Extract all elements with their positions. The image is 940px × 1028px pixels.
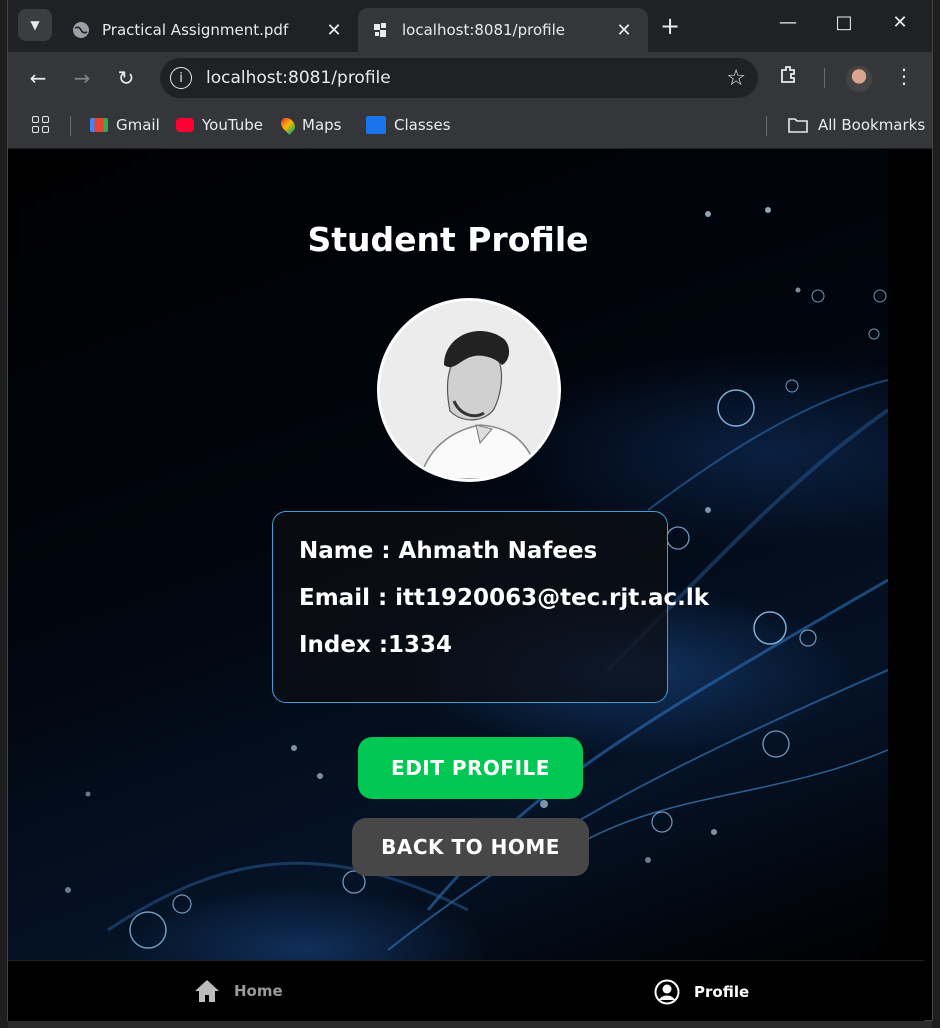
minimize-icon[interactable]: —	[768, 12, 808, 33]
bottom-navigation: Home Profile	[8, 960, 924, 1021]
all-bookmarks-label: All Bookmarks	[818, 116, 926, 134]
classes-icon	[366, 116, 386, 134]
profile-page: Student Profile Name : Ahmath Nafees Ema…	[8, 150, 888, 960]
toolbar-divider	[824, 68, 825, 88]
forward-icon[interactable]: →	[70, 66, 94, 90]
edit-profile-button[interactable]: EDIT PROFILE	[358, 737, 583, 799]
student-name: Name : Ahmath Nafees	[299, 538, 598, 564]
bookmark-label: Maps	[302, 116, 342, 134]
back-to-home-button[interactable]: BACK TO HOME	[352, 818, 589, 876]
gmail-icon	[90, 118, 108, 132]
student-index: Index :1334	[299, 632, 453, 658]
back-icon[interactable]: ←	[26, 66, 50, 90]
extensions-icon[interactable]	[778, 64, 798, 89]
close-window-icon[interactable]: ✕	[880, 12, 920, 33]
bookmark-maps[interactable]: Maps	[278, 115, 342, 135]
bookmark-label: Classes	[394, 116, 451, 134]
student-email: Email : itt1920063@tec.rjt.ac.lk	[299, 585, 710, 611]
bookmarks-divider	[766, 116, 767, 136]
address-url[interactable]: localhost:8081/profile	[206, 68, 726, 88]
apps-icon[interactable]	[32, 116, 50, 134]
chevron-down-icon: ▼	[30, 18, 40, 32]
folder-icon	[788, 117, 808, 133]
background-editor-strip	[0, 0, 8, 1028]
maps-icon	[278, 115, 298, 135]
background-editor-strip-right	[932, 0, 940, 1028]
close-icon[interactable]: ✕	[614, 20, 634, 41]
profile-info-card: Name : Ahmath Nafees Email : itt1920063@…	[272, 511, 710, 703]
tab-title: localhost:8081/profile	[402, 21, 565, 39]
kebab-icon[interactable]: ⋮	[894, 64, 914, 88]
reload-icon[interactable]: ↻	[114, 66, 138, 90]
youtube-icon	[176, 118, 194, 132]
page-margin	[888, 150, 924, 960]
close-icon[interactable]: ✕	[324, 20, 344, 41]
bookmark-gmail[interactable]: Gmail	[90, 116, 160, 134]
all-bookmarks[interactable]: All Bookmarks	[788, 116, 925, 134]
bookmarks-bar: Gmail YouTube Maps Classes All Bookmarks	[8, 104, 932, 149]
info-icon[interactable]: i	[170, 67, 192, 89]
maximize-icon[interactable]: □	[824, 12, 864, 33]
tab-pdf[interactable]: Practical Assignment.pdf ✕	[58, 8, 358, 52]
nav-profile[interactable]: Profile	[654, 979, 749, 1005]
nav-home-label: Home	[234, 982, 283, 1000]
avatar[interactable]	[846, 66, 872, 92]
bookmarks-divider	[70, 116, 71, 136]
tab-title: Practical Assignment.pdf	[102, 21, 289, 39]
toolbar: ← → ↻ i localhost:8081/profile ☆ ⋮	[8, 52, 932, 104]
nav-home[interactable]: Home	[194, 979, 283, 1003]
bookmark-youtube[interactable]: YouTube	[176, 116, 263, 134]
address-bar[interactable]: i localhost:8081/profile ☆	[160, 58, 758, 98]
home-icon	[194, 979, 220, 1003]
tab-search-button[interactable]: ▼	[18, 9, 52, 41]
user-circle-icon	[654, 979, 680, 1005]
nav-profile-label: Profile	[694, 983, 750, 1001]
bookmark-classes[interactable]: Classes	[366, 116, 451, 134]
tab-bar: ▼ Practical Assignment.pdf ✕ localhost:8…	[8, 0, 932, 52]
tab-profile[interactable]: localhost:8081/profile ✕	[358, 8, 648, 52]
bookmark-label: YouTube	[202, 116, 263, 134]
bookmark-label: Gmail	[116, 116, 160, 134]
plus-icon[interactable]: +	[660, 12, 680, 40]
react-favicon-icon	[372, 21, 390, 39]
globe-icon	[72, 21, 90, 39]
star-icon[interactable]: ☆	[726, 66, 746, 91]
page-title: Student Profile	[307, 220, 589, 259]
profile-photo	[377, 298, 561, 482]
